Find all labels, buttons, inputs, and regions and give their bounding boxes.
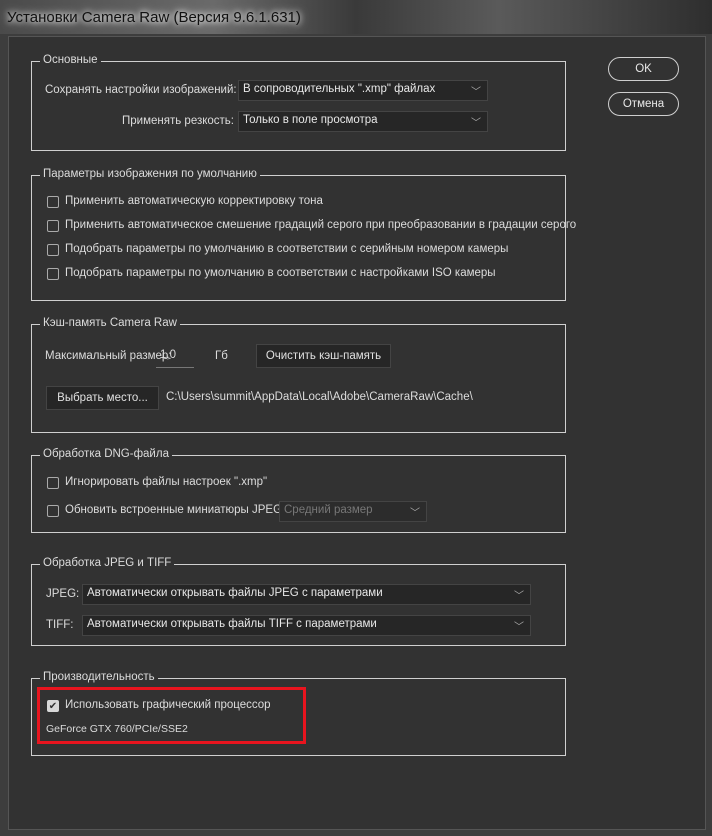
- checkbox-update-previews[interactable]: [47, 505, 59, 517]
- save-settings-label: Сохранять настройки изображений:: [45, 84, 237, 96]
- select-value: Автоматически открывать файлы JPEG с пар…: [87, 587, 383, 599]
- select-value: В сопроводительных ".xmp" файлах: [243, 83, 436, 95]
- select-value: Только в поле просмотра: [243, 114, 378, 126]
- title-bar: Установки Camera Raw (Версия 9.6.1.631): [0, 0, 712, 36]
- chevron-down-icon: ﹀: [471, 118, 481, 129]
- checkbox-auto-grayscale[interactable]: [47, 220, 59, 232]
- sharpen-label: Применять резкость:: [122, 115, 234, 127]
- checkbox-serial-defaults[interactable]: [47, 244, 59, 256]
- group-legend: Обработка DNG-файла: [40, 448, 172, 460]
- checkbox-ignore-xmp[interactable]: [47, 477, 59, 489]
- select-value: Средний размер: [284, 504, 373, 516]
- group-cache: Кэш-память Camera Raw: [31, 317, 566, 433]
- serial-defaults-label: Подобрать параметры по умолчанию в соотв…: [65, 243, 509, 255]
- checkbox-auto-tone[interactable]: [47, 196, 59, 208]
- chevron-down-icon: ﹀: [514, 591, 524, 602]
- size-unit: Гб: [215, 350, 228, 362]
- max-size-label: Максимальный размер:: [45, 350, 172, 362]
- chevron-down-icon: ﹀: [410, 508, 420, 519]
- chevron-down-icon: ﹀: [514, 622, 524, 633]
- chevron-down-icon: ﹀: [471, 87, 481, 98]
- group-legend: Параметры изображения по умолчанию: [40, 168, 260, 180]
- max-size-input[interactable]: 1,0: [156, 345, 194, 368]
- tiff-select[interactable]: Автоматически открывать файлы TIFF с пар…: [82, 615, 531, 636]
- iso-defaults-label: Подобрать параметры по умолчанию в соотв…: [65, 267, 496, 279]
- cache-path: C:\Users\summit\AppData\Local\Adobe\Came…: [166, 391, 473, 403]
- select-value: Автоматически открывать файлы TIFF с пар…: [87, 618, 377, 630]
- group-general: Основные: [31, 54, 566, 151]
- tiff-label: TIFF:: [46, 619, 74, 631]
- group-defaults: Параметры изображения по умолчанию: [31, 168, 566, 301]
- checkbox-iso-defaults[interactable]: [47, 268, 59, 280]
- auto-grayscale-label: Применить автоматическое смешение градац…: [65, 219, 577, 231]
- cancel-button[interactable]: Отмена: [608, 92, 679, 116]
- select-location-button[interactable]: Выбрать место...: [46, 386, 159, 410]
- highlight-box: [37, 687, 306, 744]
- ok-button[interactable]: OK: [608, 57, 679, 81]
- purge-cache-button[interactable]: Очистить кэш-память: [256, 344, 391, 368]
- group-legend: Кэш-память Camera Raw: [40, 317, 180, 329]
- group-legend: Основные: [40, 54, 101, 66]
- jpeg-label: JPEG:: [46, 588, 80, 600]
- sharpen-select[interactable]: Только в поле просмотра ﹀: [238, 111, 488, 132]
- preview-size-select[interactable]: Средний размер ﹀: [279, 501, 427, 522]
- save-settings-select[interactable]: В сопроводительных ".xmp" файлах ﹀: [238, 80, 488, 101]
- update-previews-label: Обновить встроенные миниатюры JPEG:: [65, 504, 286, 516]
- group-legend: Обработка JPEG и TIFF: [40, 557, 175, 569]
- auto-tone-label: Применить автоматическую корректировку т…: [65, 195, 323, 207]
- group-legend: Производительность: [40, 671, 158, 683]
- jpeg-select[interactable]: Автоматически открывать файлы JPEG с пар…: [82, 584, 531, 605]
- ignore-xmp-label: Игнорировать файлы настроек ".xmp": [65, 476, 268, 488]
- window-title: Установки Camera Raw (Версия 9.6.1.631): [7, 9, 301, 26]
